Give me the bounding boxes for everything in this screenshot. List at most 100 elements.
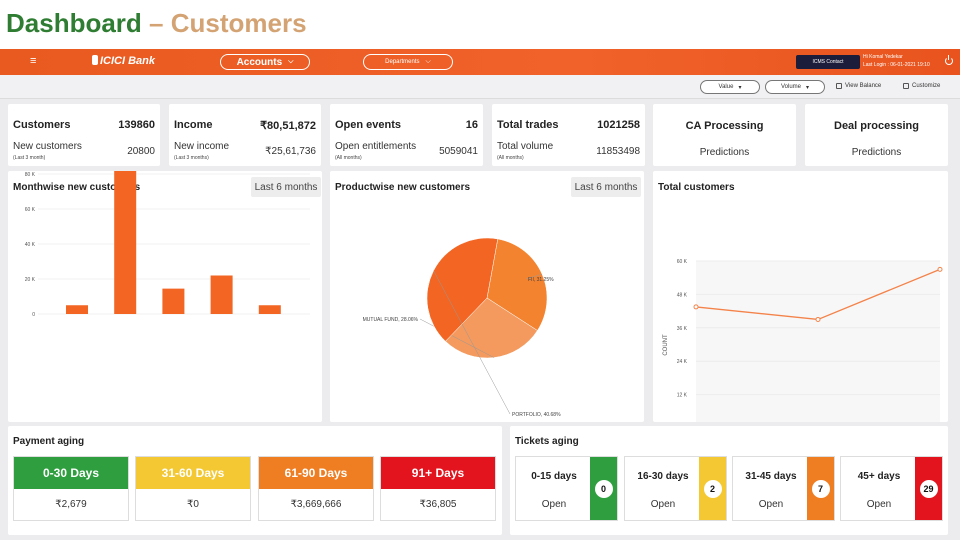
ticket-label: 16-30 days [637,471,689,482]
departments-dropdown[interactable]: Departments ⌵ [363,54,453,70]
payment-aging-31-60[interactable]: 31-60 Days ₹0 [135,456,251,521]
kpi-sub-label: New income [174,141,230,152]
ticket-label: 31-45 days [745,471,797,482]
kpi-sub-value: 20800 [127,146,155,157]
kpi-value: ₹80,51,872 [260,120,316,132]
bar [114,171,137,314]
customize-link[interactable]: Customize [903,83,940,89]
y-tick-label: 48 K [677,292,688,298]
brand-logo[interactable]: ICICI Bank [92,55,155,67]
app-window: ≡ ICICI Bank Accounts ⌵ Departments ⌵ IC… [0,49,960,540]
ticket-label: 0-15 days [531,471,577,482]
y-tick-label: 40 K [25,242,36,248]
payment-aging-91-plus[interactable]: 91+ Days ₹36,805 [380,456,496,521]
y-tick-label: 60 K [677,259,688,265]
ticket-color-bar: 7 [807,457,834,520]
value-dropdown[interactable]: Value ▾ [700,80,760,94]
ticket-aging-31-45[interactable]: 31-45 days Open 7 [732,456,835,521]
chevron-down-icon: ▾ [806,84,810,91]
icms-contact-button[interactable]: ICMS Contact [796,55,860,69]
last-login: Last Login : 06-01-2021 19:10 [863,62,930,68]
line-chart: 012 K24 K36 K48 K60 KCOUNTCUSTOMER_CATEG… [663,259,943,422]
ticket-color-bar: 0 [590,457,617,520]
productwise-chart-panel: Productwise new customers Last 6 months … [330,171,644,422]
y-tick-label: 60 K [25,207,36,213]
kpi-sub-value: 11853498 [596,146,640,157]
slice-label: PORTFOLIO, 40.68% [512,412,561,418]
ticket-count: 2 [703,479,722,498]
bank-logo-icon [92,55,98,65]
deal-processing-card[interactable]: Deal processing Predictions [805,104,948,166]
chevron-down-icon: ⌵ [425,58,431,65]
accounts-dropdown[interactable]: Accounts ⌵ [220,54,310,70]
customize-label: Customize [912,83,941,89]
card-title: CA Processing [685,120,764,132]
ticket-aging-0-15[interactable]: 0-15 days Open 0 [515,456,618,521]
y-tick-label: 36 K [677,326,688,332]
kpi-card-customers[interactable]: Customers 139860 New customers (Last 3 m… [8,104,160,166]
slide-title-main: Dashboard [6,8,142,38]
card-sub: Predictions [699,147,750,158]
kpi-sub-note: (All months) [335,155,362,161]
kpi-sub-label: New customers [13,141,82,152]
bar [162,288,185,314]
y-tick-label: 12 K [677,393,688,399]
kpi-value: 1021258 [597,119,640,131]
panel-title: Tickets aging [515,436,579,447]
card-sub: Predictions [851,147,902,158]
power-icon[interactable] [945,55,953,65]
aging-value: ₹36,805 [419,499,457,510]
card-title: Deal processing [834,120,919,132]
ca-processing-card[interactable]: CA Processing Predictions [653,104,796,166]
y-tick-label: 24 K [677,359,688,365]
volume-dropdown[interactable]: Volume ▾ [765,80,825,94]
kpi-sub-label: Open entitlements [335,141,417,152]
slide-title-separator: – [141,8,171,38]
aging-value: ₹0 [187,499,199,510]
top-bar: ≡ ICICI Bank Accounts ⌵ Departments ⌵ IC… [0,49,960,75]
slice-label: FII, 31.25% [528,277,554,283]
aging-value: ₹3,669,666 [290,499,342,510]
line-point [937,266,943,272]
y-tick-label: 0 [32,312,35,318]
ticket-aging-16-30[interactable]: 16-30 days Open 2 [624,456,727,521]
monthwise-chart-panel: Monthwise new customers Last 6 months 02… [8,171,322,422]
kpi-card-income[interactable]: Income ₹80,51,872 New income (Last 3 mon… [169,104,321,166]
total-customers-panel: Total customers 012 K24 K36 K48 K60 KCOU… [653,171,948,422]
hamburger-icon[interactable]: ≡ [30,55,36,67]
payment-aging-panel: Payment aging 0-30 Days ₹2,679 31-60 Day… [8,426,502,535]
ticket-color-bar: 2 [699,457,726,520]
y-tick-label: 20 K [25,277,36,283]
kpi-card-open-events[interactable]: Open events 16 Open entitlements (All mo… [330,104,483,166]
slide-title: Dashboard – Customers [6,8,307,39]
ticket-aging-45-plus[interactable]: 45+ days Open 29 [840,456,943,521]
kpi-title: Customers [13,119,71,131]
plot-area [696,261,940,422]
kpi-sub-value: ₹25,61,736 [265,146,316,157]
kpi-value: 16 [465,119,478,131]
bar [210,275,233,314]
chevron-down-icon: ⌵ [288,58,294,65]
tickets-aging-panel: Tickets aging 0-15 days Open 0 16-30 day… [510,426,948,535]
aging-label: 61-90 Days [259,457,373,489]
customize-icon [903,83,909,89]
bar [66,305,88,314]
line-point [815,316,821,322]
kpi-card-total-trades[interactable]: Total trades 1021258 Total volume (All m… [492,104,645,166]
ticket-status: Open [758,499,784,510]
ticket-color-bar: 29 [915,457,942,520]
aging-value: ₹2,679 [55,499,87,510]
ticket-status: Open [541,499,567,510]
aging-label: 91+ Days [381,457,495,489]
kpi-sub-label: Total volume [497,141,554,152]
payment-aging-0-30[interactable]: 0-30 Days ₹2,679 [13,456,129,521]
chevron-down-icon: ▾ [738,84,742,91]
payment-aging-61-90[interactable]: 61-90 Days ₹3,669,666 [258,456,374,521]
ticket-count: 0 [594,479,613,498]
departments-label: Departments [385,59,420,65]
pie-chart: FII, 31.25% MUTUAL FUND, 28.06% PORTFOLIO,… [363,237,561,418]
brand-name: ICICI Bank [100,55,156,67]
bar-chart: 020 K40 K60 K80 K1 L [25,171,310,318]
kpi-sub-note: (Last 3 months) [174,155,209,161]
view-balance-link[interactable]: View Balance [836,83,881,89]
